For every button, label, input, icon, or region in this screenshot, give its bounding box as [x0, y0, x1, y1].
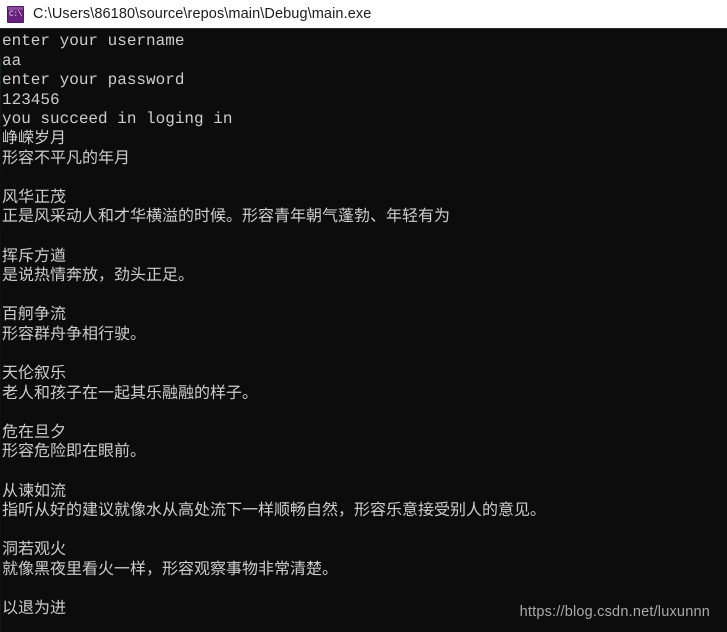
console-app-icon: C:\ — [7, 5, 24, 23]
console-line: 就像黑夜里看火一样，形容观察事物非常清楚。 — [2, 561, 339, 580]
window-title: C:\Users\86180\source\repos\main\Debug\m… — [33, 6, 372, 22]
console-client-area[interactable]: enter your username aa enter your password… — [0, 29, 727, 632]
console-line: 风华正茂 — [2, 188, 67, 207]
window-titlebar[interactable]: C:\ C:\Users\86180\source\repos\main\Deb… — [0, 0, 727, 29]
console-line: you succeed in loging in — [2, 110, 233, 129]
console-line: 百舸争流 — [2, 306, 67, 325]
console-line: 123456 — [2, 90, 60, 109]
console-line: 峥嵘岁月 — [2, 129, 67, 148]
console-line: 正是风采动人和才华横溢的时候。形容青年朝气蓬勃、年轻有为 — [2, 208, 451, 227]
console-output: enter your username aa enter your password… — [2, 32, 546, 620]
console-line: 挥斥方遒 — [2, 247, 67, 266]
console-window: C:\ C:\Users\86180\source\repos\main\Deb… — [0, 0, 727, 632]
console-line: 形容危险即在眼前。 — [2, 443, 147, 462]
console-line: 天伦叙乐 — [2, 365, 67, 384]
console-line: enter your password — [2, 71, 185, 90]
console-line: 形容群舟争相行驶。 — [2, 325, 147, 344]
console-line: aa — [2, 51, 22, 70]
console-line: 从谏如流 — [2, 482, 67, 501]
console-line: 是说热情奔放，劲头正足。 — [2, 267, 195, 286]
capture-edge-artifact — [0, 58, 1, 632]
console-line: 危在旦夕 — [2, 423, 67, 442]
console-line: 以退为进 — [2, 600, 67, 619]
watermark-url: https://blog.csdn.net/luxunnn — [519, 604, 710, 620]
console-line: 洞若观火 — [2, 541, 67, 560]
console-line: enter your username — [2, 32, 185, 50]
console-line: 形容不平凡的年月 — [2, 149, 131, 168]
console-icon-glyph: C:\ — [9, 10, 22, 19]
console-line: 老人和孩子在一起其乐融融的样子。 — [2, 384, 259, 403]
console-line: 指听从好的建议就像水从高处流下一样顺畅自然，形容乐意接受别人的意见。 — [2, 502, 547, 521]
